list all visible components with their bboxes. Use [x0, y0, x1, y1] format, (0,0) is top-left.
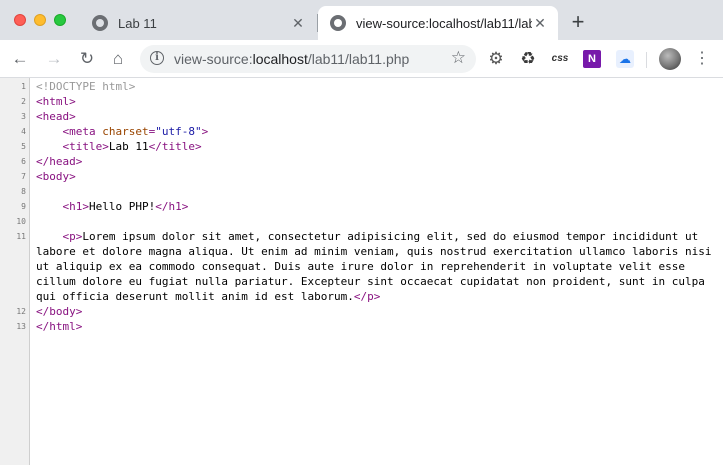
settings-gear-extension-icon[interactable]: ⚙	[487, 50, 505, 68]
p-close-tag: </p>	[353, 290, 381, 303]
meta-attr-name: charset	[102, 125, 149, 138]
maximize-window-button[interactable]	[54, 14, 66, 26]
line-number: 4	[21, 127, 26, 136]
back-arrow-icon[interactable]: ←	[10, 49, 30, 69]
doctype: <!DOCTYPE html>	[36, 80, 136, 93]
source-line: 8	[0, 184, 723, 199]
cloud-extension-icon[interactable]: ☁	[616, 50, 634, 68]
source-line: 4 <meta charset="utf-8">	[0, 124, 723, 139]
tab-title: Lab 11	[118, 15, 157, 31]
title-text: Lab 11	[108, 140, 149, 153]
h1-text: Hello PHP!	[89, 200, 156, 213]
line-number: 3	[21, 112, 26, 121]
source-view: 1 <!DOCTYPE html> 2 <html> 3 <head> 4 <meta…	[0, 78, 723, 465]
h1-close-tag: </h1>	[155, 200, 189, 213]
css-extension-icon[interactable]: css	[551, 50, 569, 68]
line-number: 6	[21, 157, 26, 166]
source-line: 11 <p>Lorem ipsum dolor sit amet, consec…	[0, 229, 723, 304]
title-open-tag: <title>	[62, 140, 109, 153]
forward-arrow-icon[interactable]: →	[44, 49, 64, 69]
line-number: 8	[21, 187, 26, 196]
body-close-tag: </body>	[36, 305, 83, 318]
favicon-icon	[92, 15, 108, 31]
profile-avatar[interactable]	[659, 48, 681, 70]
tab-title: view-source:localhost/lab11/lab11.php	[356, 15, 532, 31]
body-open-tag: <body>	[36, 170, 76, 183]
favicon-icon	[330, 15, 346, 31]
meta-attr-value: "utf-8"	[155, 125, 202, 138]
tab-strip: Lab 11 ✕ view-source:localhost/lab11/lab…	[0, 0, 723, 40]
source-line: 2 <html>	[0, 94, 723, 109]
new-tab-button[interactable]: +	[568, 11, 588, 33]
address-bar[interactable]: i view-source:localhost/lab11/lab11.php …	[140, 45, 476, 73]
html-close-tag: </html>	[36, 320, 83, 333]
line-number: 9	[21, 202, 26, 211]
h1-open-tag: <h1>	[62, 200, 90, 213]
url-scheme: view-source:	[174, 51, 253, 67]
url-host: localhost	[252, 51, 308, 67]
onenote-extension-icon[interactable]: N	[583, 50, 601, 68]
line-number: 12	[16, 307, 26, 316]
line-number: 2	[21, 97, 26, 106]
browser-toolbar: ← → ↻ ⌂ i view-source:localhost/lab11/la…	[0, 40, 723, 78]
meta-open-tag: <meta	[62, 125, 96, 138]
more-menu-icon[interactable]: ⋮	[692, 49, 712, 69]
site-info-icon[interactable]: i	[150, 51, 164, 65]
tab-close-icon[interactable]: ✕	[290, 15, 306, 31]
tab-close-icon[interactable]: ✕	[532, 15, 548, 31]
line-number: 1	[21, 82, 26, 91]
source-line: 13 </html>	[0, 319, 723, 334]
source-line: 3 <head>	[0, 109, 723, 124]
line-number: 10	[16, 217, 26, 226]
reload-icon[interactable]: ↻	[77, 49, 97, 69]
source-line: 5 <title>Lab 11</title>	[0, 139, 723, 154]
head-open-tag: <head>	[36, 110, 76, 123]
source-line: 9 <h1>Hello PHP!</h1>	[0, 199, 723, 214]
minimize-window-button[interactable]	[34, 14, 46, 26]
source-code: 1 <!DOCTYPE html> 2 <html> 3 <head> 4 <meta…	[0, 79, 723, 334]
source-line: 6 </head>	[0, 154, 723, 169]
bookmark-star-icon[interactable]: ☆	[451, 48, 466, 68]
url-path: /lab11/lab11.php	[307, 51, 410, 67]
close-window-button[interactable]	[14, 14, 26, 26]
line-number: 7	[21, 172, 26, 181]
line-number: 11	[16, 232, 26, 241]
title-close-tag: </title>	[148, 140, 202, 153]
toolbar-separator	[646, 52, 647, 68]
source-line: 10	[0, 214, 723, 229]
recycle-extension-icon[interactable]: ♻	[519, 50, 537, 68]
source-line: 7 <body>	[0, 169, 723, 184]
tab-lab11[interactable]: Lab 11 ✕	[80, 6, 316, 40]
address-url[interactable]: view-source:localhost/lab11/lab11.php	[174, 51, 409, 67]
line-number: 5	[21, 142, 26, 151]
home-icon[interactable]: ⌂	[108, 49, 128, 69]
source-line: 1 <!DOCTYPE html>	[0, 79, 723, 94]
head-close-tag: </head>	[36, 155, 83, 168]
meta-close-bracket: >	[201, 125, 209, 138]
line-number: 13	[16, 322, 26, 331]
html-open-tag: <html>	[36, 95, 76, 108]
p-open-tag: <p>	[62, 230, 83, 243]
tab-view-source[interactable]: view-source:localhost/lab11/lab11.php ✕	[318, 6, 558, 40]
source-line: 12 </body>	[0, 304, 723, 319]
